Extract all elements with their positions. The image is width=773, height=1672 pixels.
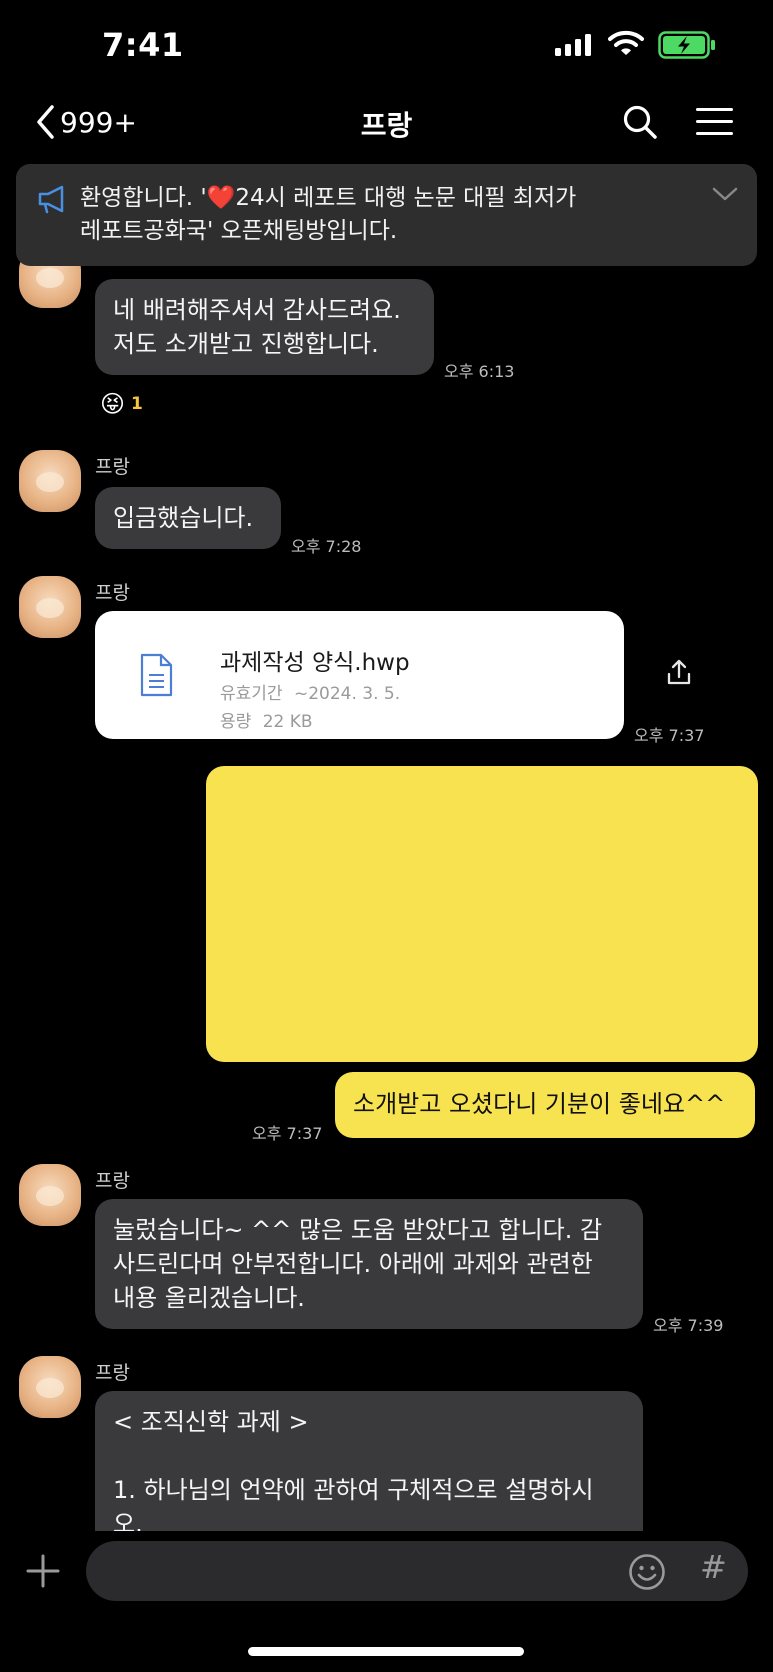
reaction-badge[interactable]: 😝 1 xyxy=(100,390,143,418)
status-time: 7:41 xyxy=(102,26,184,64)
file-name: 과제작성 양식.hwp xyxy=(220,650,410,676)
back-button[interactable]: 999+ xyxy=(34,104,137,140)
avatar[interactable] xyxy=(19,576,81,638)
emoji-icon[interactable] xyxy=(628,1553,666,1591)
file-expiry-value: ~2024. 3. 5. xyxy=(293,684,401,704)
avatar[interactable] xyxy=(19,1356,81,1418)
message-bubble[interactable]: < 조직신학 과제 > 1. 하나님의 언약에 관하여 구체적으로 설명하시 오… xyxy=(95,1391,643,1531)
megaphone-icon xyxy=(38,185,64,214)
message-time: 오후 6:13 xyxy=(444,362,515,381)
notice-banner[interactable]: 환영합니다. '❤️24시 레포트 대행 논문 대필 최저가 레포트공화국' 오… xyxy=(16,164,757,266)
message-time: 오후 7:37 xyxy=(252,1124,323,1143)
chevron-down-icon[interactable] xyxy=(712,186,738,202)
home-indicator[interactable] xyxy=(248,1647,524,1656)
file-size-label: 용량 xyxy=(220,712,252,732)
wifi-icon xyxy=(608,30,644,55)
file-expiry-label: 유효기간 xyxy=(220,684,283,704)
message-time: 오후 7:28 xyxy=(291,537,362,556)
share-icon[interactable] xyxy=(665,658,693,686)
hamburger-menu-icon[interactable] xyxy=(696,108,733,135)
avatar[interactable] xyxy=(19,1164,81,1226)
message-time: 오후 7:39 xyxy=(653,1316,724,1335)
unread-count: 999+ xyxy=(60,105,137,139)
sender-name: 프랑 xyxy=(95,456,130,478)
redacted-message-bubble[interactable] xyxy=(206,766,758,1062)
sender-name: 프랑 xyxy=(95,582,130,604)
battery-charging-icon xyxy=(658,31,715,59)
file-size-value: 22 KB xyxy=(262,712,313,732)
document-icon xyxy=(140,653,173,697)
sender-name: 프랑 xyxy=(95,1170,130,1192)
search-icon[interactable] xyxy=(622,104,658,140)
my-message-bubble[interactable]: 소개받고 오셨다니 기분이 좋네요^^ xyxy=(335,1072,755,1138)
avatar[interactable] xyxy=(19,450,81,512)
message-time: 오후 7:37 xyxy=(634,726,705,745)
sender-name: 프랑 xyxy=(95,1362,130,1384)
message-bubble[interactable]: 입금했습니다. xyxy=(95,487,281,549)
reaction-count: 1 xyxy=(131,394,143,414)
message-bubble[interactable]: 눌렀습니다~ ^^ 많은 도움 받았다고 합니다. 감 사드린다며 안부전합니다… xyxy=(95,1199,643,1329)
notice-text: 환영합니다. '❤️24시 레포트 대행 논문 대필 최저가 레포트공화국' 오… xyxy=(80,185,577,244)
message-bubble[interactable]: 네 배려해주셔서 감사드려요. 저도 소개받고 진행합니다. xyxy=(95,279,434,375)
file-attachment[interactable]: 과제작성 양식.hwp 유효기간 ~2024. 3. 5. 용량 22 KB xyxy=(95,611,624,739)
hashtag-icon[interactable]: # xyxy=(700,1548,727,1586)
reaction-emoji: 😝 xyxy=(100,390,126,418)
plus-icon[interactable] xyxy=(26,1554,60,1588)
cellular-signal-icon xyxy=(555,34,591,56)
chevron-left-icon xyxy=(37,105,54,139)
